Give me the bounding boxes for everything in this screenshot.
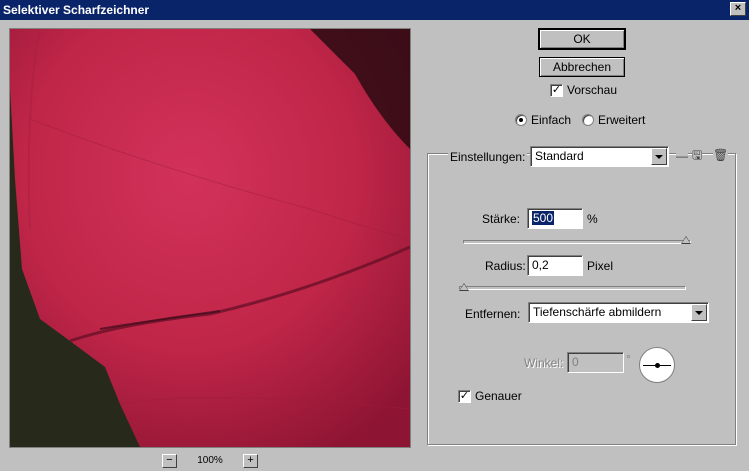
amount-input[interactable]: 500: [527, 208, 583, 229]
chevron-down-icon[interactable]: [691, 304, 707, 321]
mode-simple-label: Einfach: [531, 113, 572, 127]
close-icon[interactable]: ×: [730, 2, 746, 16]
radius-input[interactable]: 0,2: [527, 255, 583, 276]
amount-value: 500: [532, 211, 555, 225]
settings-group: [427, 153, 736, 445]
mode-simple-radio[interactable]: [515, 114, 527, 126]
radius-slider-thumb[interactable]: [459, 283, 469, 291]
angle-dial: [639, 347, 675, 383]
cancel-button[interactable]: Abbrechen: [539, 57, 625, 77]
settings-label: Einstellungen:: [448, 150, 528, 164]
remove-select-value: Tiefenschärfe abmildern: [533, 305, 662, 319]
preview-canvas: [10, 29, 410, 447]
radius-label: Radius:: [485, 259, 526, 273]
angle-value: 0: [572, 355, 579, 369]
zoom-out-button[interactable]: −: [162, 454, 177, 468]
radius-unit: Pixel: [587, 259, 614, 273]
zoom-level: 100%: [197, 455, 223, 466]
line-separator-icon: —: [676, 149, 688, 163]
angle-unit: °: [626, 352, 631, 366]
remove-label: Entfernen:: [465, 307, 521, 321]
settings-select[interactable]: Standard: [530, 146, 669, 167]
preview-image[interactable]: [9, 28, 411, 448]
mode-advanced-label: Erweitert: [598, 113, 646, 127]
window-title: Selektiver Scharfzeichner: [3, 3, 150, 17]
more-accurate-label: Genauer: [475, 389, 522, 403]
zoom-in-button[interactable]: +: [243, 454, 258, 468]
preview-checkbox-label: Vorschau: [567, 83, 618, 97]
angle-input: 0: [567, 352, 624, 373]
radius-value: 0,2: [532, 258, 549, 272]
amount-slider-thumb[interactable]: [681, 236, 691, 244]
amount-unit: %: [587, 212, 598, 226]
mode-advanced-radio[interactable]: [582, 114, 594, 126]
chevron-down-icon[interactable]: [651, 148, 667, 165]
radius-slider-track[interactable]: [459, 286, 686, 290]
more-accurate-checkbox[interactable]: ✓: [458, 390, 471, 403]
settings-select-value: Standard: [535, 149, 584, 163]
save-settings-icon[interactable]: 🖫: [692, 149, 703, 161]
amount-slider-track[interactable]: [463, 240, 691, 244]
remove-select[interactable]: Tiefenschärfe abmildern: [528, 302, 709, 323]
trash-icon[interactable]: 🗑: [713, 149, 729, 161]
preview-checkbox[interactable]: ✓: [550, 84, 563, 97]
amount-label: Stärke:: [482, 212, 521, 226]
angle-label: Winkel:: [524, 356, 564, 370]
window-titlebar: Selektiver Scharfzeichner ×: [0, 0, 749, 20]
ok-button[interactable]: OK: [538, 28, 626, 50]
